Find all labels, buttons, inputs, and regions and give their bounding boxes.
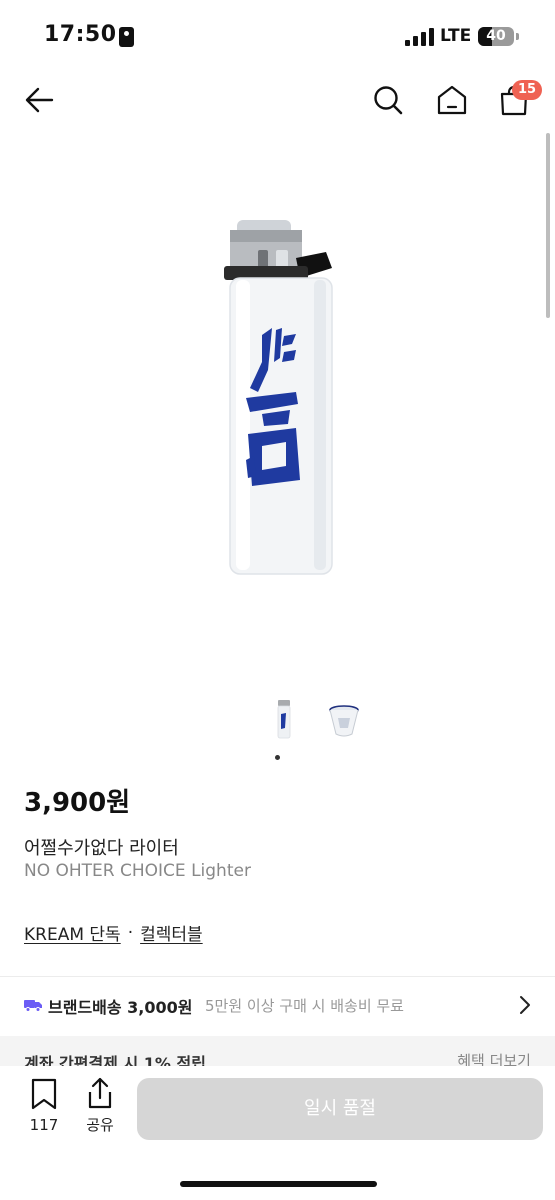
thumbnail-shot-glass[interactable] [324, 698, 364, 742]
tag-kream-exclusive[interactable]: KREAM 단독 [24, 920, 121, 945]
chevron-right-icon [520, 996, 530, 1014]
product-image[interactable] [0, 130, 555, 690]
signal-icon [405, 28, 435, 46]
bookmark-count: 117 [29, 1116, 59, 1134]
tag-separator: · [127, 922, 134, 943]
truck-icon [24, 1000, 42, 1012]
back-button[interactable] [20, 80, 60, 120]
shipping-note: 5만원 이상 구매 시 배송비 무료 [205, 997, 404, 1015]
product-name-english: NO OHTER CHOICE Lighter [24, 861, 251, 881]
shot-glass-thumbnail-icon [329, 705, 359, 737]
image-thumbnails [0, 698, 555, 744]
thumbnail-lighter[interactable] [264, 698, 304, 742]
battery-level: 40 [486, 28, 506, 44]
home-icon [437, 85, 467, 115]
product-name-korean: 어쩔수가없다 라이터 [24, 838, 179, 859]
cart-count-badge: 15 [512, 80, 543, 100]
shipping-info-row[interactable]: 브랜드배송 3,000원 5만원 이상 구매 시 배송비 무료 [0, 978, 555, 1034]
id-card-icon [119, 27, 134, 47]
arrow-left-icon [25, 87, 54, 113]
status-time: 17:50 [44, 22, 117, 47]
bookmark-icon [31, 1078, 57, 1110]
product-tags: KREAM 단독 · 컬렉터블 [24, 920, 203, 946]
home-indicator [180, 1181, 377, 1187]
search-button[interactable] [368, 80, 408, 120]
section-divider [0, 976, 555, 977]
top-nav [0, 72, 555, 128]
share-button[interactable]: 공유 [80, 1076, 120, 1146]
battery-cap [516, 33, 519, 40]
bottom-action-bar: 117 공유 일시 품절 [0, 1066, 555, 1200]
home-button[interactable] [432, 80, 472, 120]
sold-out-button[interactable]: 일시 품절 [137, 1078, 543, 1140]
network-label: LTE [440, 26, 472, 46]
status-bar: 17:50 LTE 40 [0, 0, 555, 72]
bookmark-button[interactable]: 117 [22, 1078, 66, 1148]
carousel-indicator [275, 755, 280, 760]
battery-icon: 40 [478, 27, 514, 46]
lighter-thumbnail-icon [277, 700, 291, 739]
product-price: 3,900원 [24, 788, 131, 818]
share-label: 공유 [86, 1116, 114, 1134]
share-icon [88, 1077, 112, 1109]
shipping-title: 브랜드배송 3,000원 [48, 998, 193, 1017]
lighter-image [224, 220, 333, 575]
search-icon [374, 86, 403, 115]
payment-benefit-row[interactable]: 계좌 간편결제 시 1% 적립 혜택 더보기 [0, 1036, 555, 1070]
tag-collectible[interactable]: 컬렉터블 [140, 920, 203, 945]
